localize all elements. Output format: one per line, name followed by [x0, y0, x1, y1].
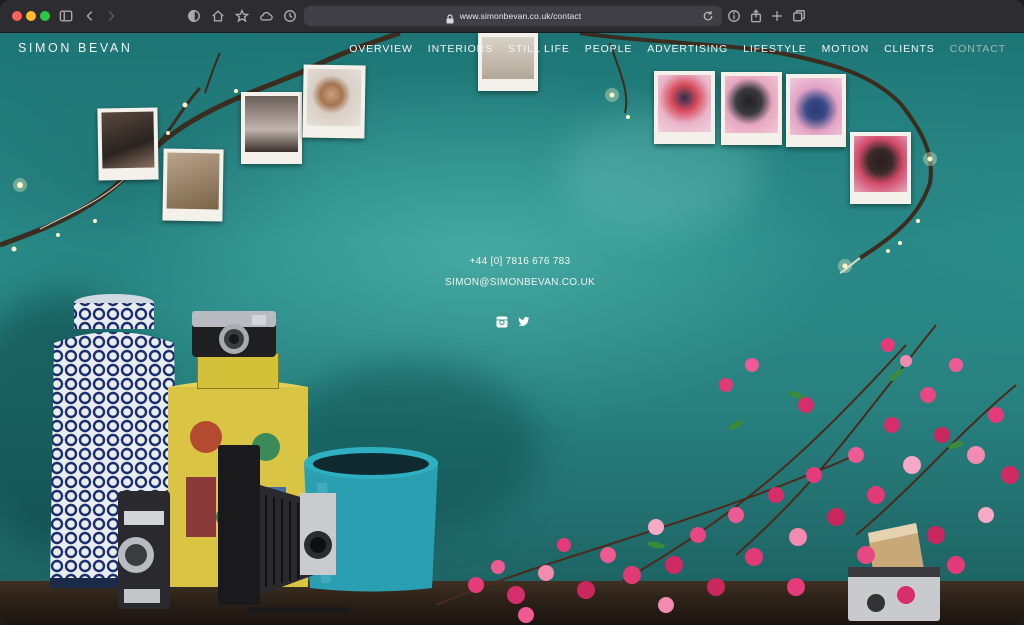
- polaroid-photo: [654, 71, 715, 144]
- polaroid-photo: [241, 92, 302, 164]
- nav-clients[interactable]: CLIENTS: [884, 43, 935, 55]
- polaroid-photo: [302, 64, 366, 139]
- minimize-window-button[interactable]: [26, 11, 36, 21]
- pink-blossoms: [436, 324, 1019, 623]
- nav-advertising[interactable]: ADVERTISING: [647, 43, 728, 55]
- bookmark-star-icon[interactable]: [233, 7, 251, 25]
- cine-camera: [118, 491, 170, 609]
- twitter-icon[interactable]: [518, 315, 530, 327]
- vintage-camera: [192, 311, 276, 357]
- contact-email[interactable]: SIMON@SIMONBEVAN.CO.UK: [0, 277, 1024, 288]
- new-tab-icon[interactable]: [768, 7, 786, 25]
- history-clock-icon[interactable]: [281, 7, 299, 25]
- site-nav: OVERVIEW INTERIORS STILL LIFE PEOPLE ADV…: [349, 43, 1006, 55]
- polaroid-photo: [97, 107, 159, 181]
- polaroid-photo: [721, 72, 782, 145]
- nav-lifestyle[interactable]: LIFESTYLE: [743, 43, 807, 55]
- instagram-icon[interactable]: [496, 315, 508, 328]
- zoom-window-button[interactable]: [40, 11, 50, 21]
- web-page: SIMON BEVAN OVERVIEW INTERIORS STILL LIF…: [0, 33, 1024, 625]
- polaroid-photo: [786, 74, 846, 147]
- site-logo[interactable]: SIMON BEVAN: [18, 41, 133, 55]
- address-bar[interactable]: www.simonbevan.co.uk/contact: [304, 6, 722, 26]
- nav-still-life[interactable]: STILL LIFE: [508, 43, 570, 55]
- browser-toolbar: www.simonbevan.co.uk/contact: [0, 0, 1024, 33]
- folding-camera: [218, 445, 348, 613]
- nav-interiors[interactable]: INTERIORS: [428, 43, 493, 55]
- tab-overview-icon[interactable]: [790, 7, 808, 25]
- back-icon[interactable]: [81, 7, 99, 25]
- home-icon[interactable]: [209, 7, 227, 25]
- address-text: www.simonbevan.co.uk/contact: [459, 11, 582, 21]
- reload-icon[interactable]: [702, 9, 716, 23]
- yellow-box: [197, 353, 279, 389]
- cloud-tabs-icon[interactable]: [257, 7, 275, 25]
- privacy-shield-icon[interactable]: [185, 7, 203, 25]
- browser-window: www.simonbevan.co.uk/contact SIMON BEVAN…: [0, 0, 1024, 625]
- nav-contact[interactable]: CONTACT: [950, 43, 1006, 55]
- lock-icon: [445, 11, 455, 24]
- close-window-button[interactable]: [12, 11, 22, 21]
- polaroid-photo: [850, 132, 911, 204]
- forward-icon[interactable]: [102, 7, 120, 25]
- info-icon[interactable]: [725, 7, 743, 25]
- sidebar-icon[interactable]: [57, 7, 75, 25]
- contact-phone[interactable]: +44 [0] 7816 676 783: [0, 256, 1024, 267]
- nav-overview[interactable]: OVERVIEW: [349, 43, 413, 55]
- nav-people[interactable]: PEOPLE: [585, 43, 632, 55]
- polaroid-photo: [478, 33, 538, 91]
- polaroid-photo: [162, 148, 224, 222]
- share-icon[interactable]: [747, 7, 765, 25]
- social-links: [496, 315, 530, 328]
- nav-motion[interactable]: MOTION: [822, 43, 869, 55]
